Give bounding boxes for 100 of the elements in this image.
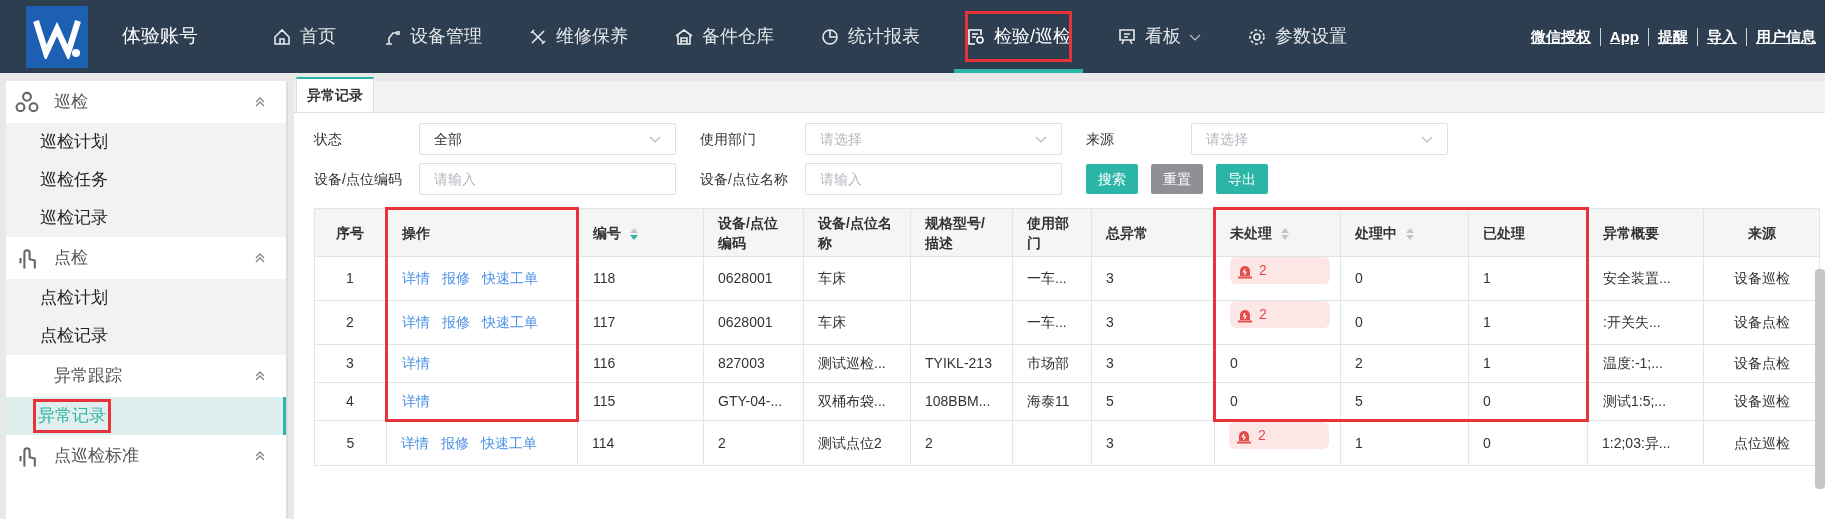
input-field[interactable]: 请输入	[419, 163, 676, 195]
table-cell: 设备点检	[1733, 355, 1790, 371]
table-cell: GTY-04-...	[718, 393, 783, 409]
select-field[interactable]: 全部	[419, 123, 676, 155]
column-header: 规格型号/描述	[910, 208, 1013, 257]
column-header: 已处理	[1468, 208, 1588, 257]
table-cell: 3	[1106, 270, 1114, 286]
table-cell: 设备巡检	[1733, 393, 1790, 409]
table-cell: 3	[1106, 434, 1114, 451]
sort-icon[interactable]	[1405, 227, 1415, 242]
column-header: 异常概要	[1587, 208, 1704, 257]
table-cell: 108BBM...	[925, 393, 991, 409]
column-header[interactable]: 未处理	[1214, 208, 1341, 257]
header-link[interactable]: 微信授权	[1521, 27, 1600, 46]
table-cell: 116	[593, 355, 616, 371]
table-cell: 测试巡检...	[818, 355, 886, 371]
table-cell: 2	[346, 314, 354, 330]
table-cell: 827003	[718, 355, 765, 371]
filter-label: 来源	[1086, 129, 1115, 149]
column-header[interactable]: 编号	[577, 208, 704, 257]
table-cell: 0	[1355, 314, 1363, 330]
nav-tab[interactable]: 统计报表	[808, 0, 932, 73]
table-cell: 1	[1483, 314, 1491, 330]
sort-icon[interactable]	[629, 226, 639, 241]
table-cell: 5	[1106, 393, 1114, 409]
sidebar-group[interactable]: 点检	[54, 245, 254, 271]
table-cell: 117	[593, 314, 616, 330]
table-cell: 0628001	[718, 270, 773, 286]
form-pin-icon	[966, 26, 986, 47]
nav-tab[interactable]: 参数设置	[1235, 0, 1359, 73]
column-header: 设备/点位编码	[703, 208, 804, 257]
sidebar-group[interactable]: 点巡检标准	[54, 443, 254, 469]
table-cell: 一车...	[1027, 314, 1067, 330]
scrollbar[interactable]	[1815, 269, 1825, 489]
header-link[interactable]: 用户信息	[1746, 27, 1825, 46]
action-link[interactable]: 详情	[402, 355, 430, 371]
nav-tab[interactable]: 备件仓库	[662, 0, 786, 73]
table-cell: 测试点位2	[818, 434, 882, 451]
action-link[interactable]: 快速工单	[482, 270, 538, 286]
table-cell: 1	[1483, 270, 1491, 286]
action-link[interactable]: 报修	[441, 435, 469, 451]
sidebar-item[interactable]: 巡检任务	[40, 167, 108, 193]
tools-icon	[528, 26, 548, 47]
app-logo	[26, 5, 88, 68]
table-cell: 2	[718, 434, 726, 451]
table-cell: 设备点检	[1733, 314, 1790, 330]
home-icon	[272, 26, 292, 47]
action-link[interactable]: 快速工单	[481, 435, 537, 451]
header-link[interactable]: App	[1599, 27, 1648, 46]
pie-chart-icon	[820, 26, 840, 47]
column-header: 设备/点位名称	[803, 208, 911, 257]
column-header: 操作	[386, 208, 578, 257]
board-icon	[1117, 26, 1137, 47]
header-link[interactable]: 提醒	[1648, 27, 1697, 46]
sidebar-item[interactable]: 点检记录	[40, 323, 108, 349]
sidebar-item[interactable]: 巡检记录	[40, 205, 108, 231]
filter-label: 使用部门	[700, 129, 757, 149]
sidebar-item[interactable]: 点检计划	[40, 285, 108, 311]
table-cell: 118	[593, 270, 616, 286]
nav-tab[interactable]: 看板	[1105, 0, 1213, 73]
sidebar-group[interactable]: 巡检	[54, 89, 254, 115]
settings-icon	[1247, 26, 1267, 47]
table-cell: 一车...	[1027, 270, 1067, 286]
table-cell: 3	[1106, 355, 1114, 371]
action-link[interactable]: 详情	[402, 314, 430, 330]
column-header: 来源	[1703, 208, 1820, 257]
nav-tab[interactable]: 首页	[260, 0, 348, 73]
action-link[interactable]: 报修	[442, 270, 470, 286]
table-cell: 114	[592, 434, 615, 451]
sidebar-group[interactable]: 异常跟踪	[54, 363, 254, 389]
filter-label: 设备/点位编码	[314, 169, 403, 189]
table-cell: 点位巡检	[1733, 434, 1790, 451]
nav-tab[interactable]: 设备管理	[370, 0, 494, 73]
sidebar-item[interactable]: 巡检计划	[40, 129, 108, 155]
action-link[interactable]: 详情	[402, 392, 430, 409]
alert-badge: 2	[1229, 422, 1329, 449]
action-link[interactable]: 报修	[442, 314, 470, 330]
table-cell: 0628001	[718, 314, 773, 330]
table-cell: 0	[1230, 355, 1238, 371]
table-cell: 4	[346, 393, 354, 409]
filter-label: 设备/点位名称	[700, 169, 789, 189]
table-cell: 安全装置...	[1603, 270, 1671, 286]
table-cell: 5	[346, 434, 355, 451]
alert-badge: 2	[1230, 257, 1330, 284]
sort-icon[interactable]	[1280, 227, 1290, 242]
nav-tab[interactable]: 维修保养	[516, 0, 640, 73]
table-cell: 3	[346, 355, 354, 371]
table-cell: 双桶布袋...	[818, 393, 886, 409]
nav-tab[interactable]: 检验/巡检	[954, 0, 1083, 73]
action-link[interactable]: 详情	[401, 435, 429, 451]
input-field[interactable]: 请输入	[805, 163, 1062, 195]
column-header[interactable]: 处理中	[1340, 208, 1469, 257]
header-link[interactable]: 导入	[1697, 27, 1746, 46]
table-cell: :开关失...	[1603, 314, 1661, 330]
table-cell: 2	[925, 434, 933, 451]
table-cell: 1:2;03:异...	[1602, 434, 1671, 451]
action-link[interactable]: 快速工单	[482, 314, 538, 330]
table-cell: 海泰11	[1027, 393, 1070, 409]
action-link[interactable]: 详情	[402, 270, 430, 286]
tab[interactable]: 异常记录	[296, 77, 374, 112]
